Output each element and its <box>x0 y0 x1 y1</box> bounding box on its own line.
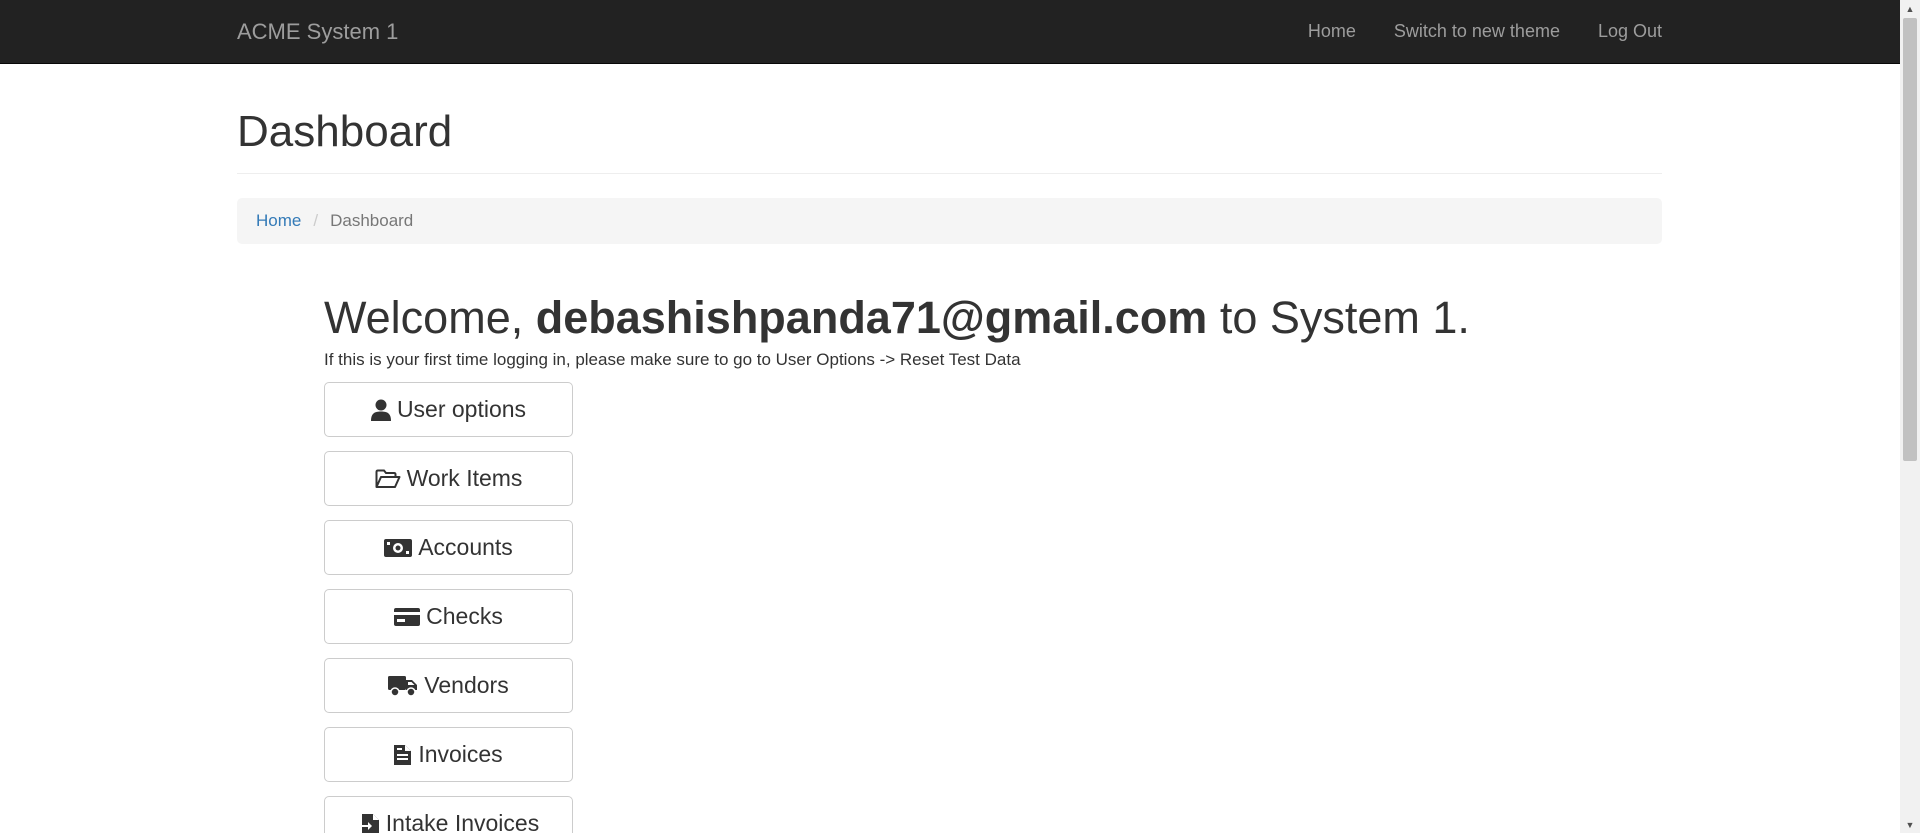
money-icon <box>384 538 413 558</box>
top-navbar: ACME System 1 Home Switch to new theme L… <box>0 0 1900 64</box>
nav-logout-link[interactable]: Log Out <box>1579 0 1662 63</box>
file-import-icon <box>357 813 380 833</box>
vendors-button[interactable]: Vendors <box>324 658 573 713</box>
work-items-label: Work Items <box>406 465 523 491</box>
dashboard-content: Welcome, debashishpanda71@gmail.com to S… <box>324 290 1624 833</box>
work-items-button[interactable]: Work Items <box>324 451 573 506</box>
truck-icon <box>388 675 418 697</box>
welcome-heading: Welcome, debashishpanda71@gmail.com to S… <box>324 290 1624 346</box>
invoices-button[interactable]: Invoices <box>324 727 573 782</box>
vendors-label: Vendors <box>424 672 509 698</box>
brand-link[interactable]: ACME System 1 <box>237 0 398 63</box>
file-text-icon <box>394 744 412 766</box>
user-options-button[interactable]: User options <box>324 382 573 437</box>
breadcrumb: Home / Dashboard <box>237 198 1662 244</box>
invoices-label: Invoices <box>418 741 503 767</box>
accounts-button[interactable]: Accounts <box>324 520 573 575</box>
intake-invoices-label: Intake Invoices <box>385 810 540 833</box>
scroll-down-arrow-icon[interactable]: ▼ <box>1900 816 1920 833</box>
checks-button[interactable]: Checks <box>324 589 573 644</box>
scrollbar-thumb[interactable] <box>1903 18 1917 461</box>
checks-label: Checks <box>426 603 503 629</box>
navbar-links: Home Switch to new theme Log Out <box>1289 0 1662 63</box>
breadcrumb-separator: / <box>313 211 319 230</box>
welcome-suffix: to System 1. <box>1219 292 1470 343</box>
dashboard-menu: User options Work Items Accounts Checks <box>324 382 1624 833</box>
scroll-up-arrow-icon[interactable]: ▲ <box>1900 0 1920 17</box>
folder-open-icon <box>375 469 401 489</box>
page-header: Dashboard <box>237 63 1662 174</box>
breadcrumb-current: Dashboard <box>330 211 414 230</box>
welcome-email: debashishpanda71@gmail.com <box>535 292 1208 343</box>
page-viewport: ACME System 1 Home Switch to new theme L… <box>0 0 1900 833</box>
welcome-prefix: Welcome, <box>324 292 524 343</box>
page-title: Dashboard <box>237 107 453 156</box>
breadcrumb-home-link[interactable]: Home <box>256 211 301 231</box>
intake-invoices-button[interactable]: Intake Invoices <box>324 796 573 833</box>
accounts-label: Accounts <box>418 534 513 560</box>
nav-switch-theme-link[interactable]: Switch to new theme <box>1375 0 1579 63</box>
first-login-hint: If this is your first time logging in, p… <box>324 350 1021 369</box>
credit-card-icon <box>394 607 421 627</box>
nav-home-link[interactable]: Home <box>1289 0 1375 63</box>
vertical-scrollbar[interactable]: ▲ ▼ <box>1900 0 1920 833</box>
user-options-label: User options <box>396 396 527 422</box>
user-icon <box>370 399 391 421</box>
